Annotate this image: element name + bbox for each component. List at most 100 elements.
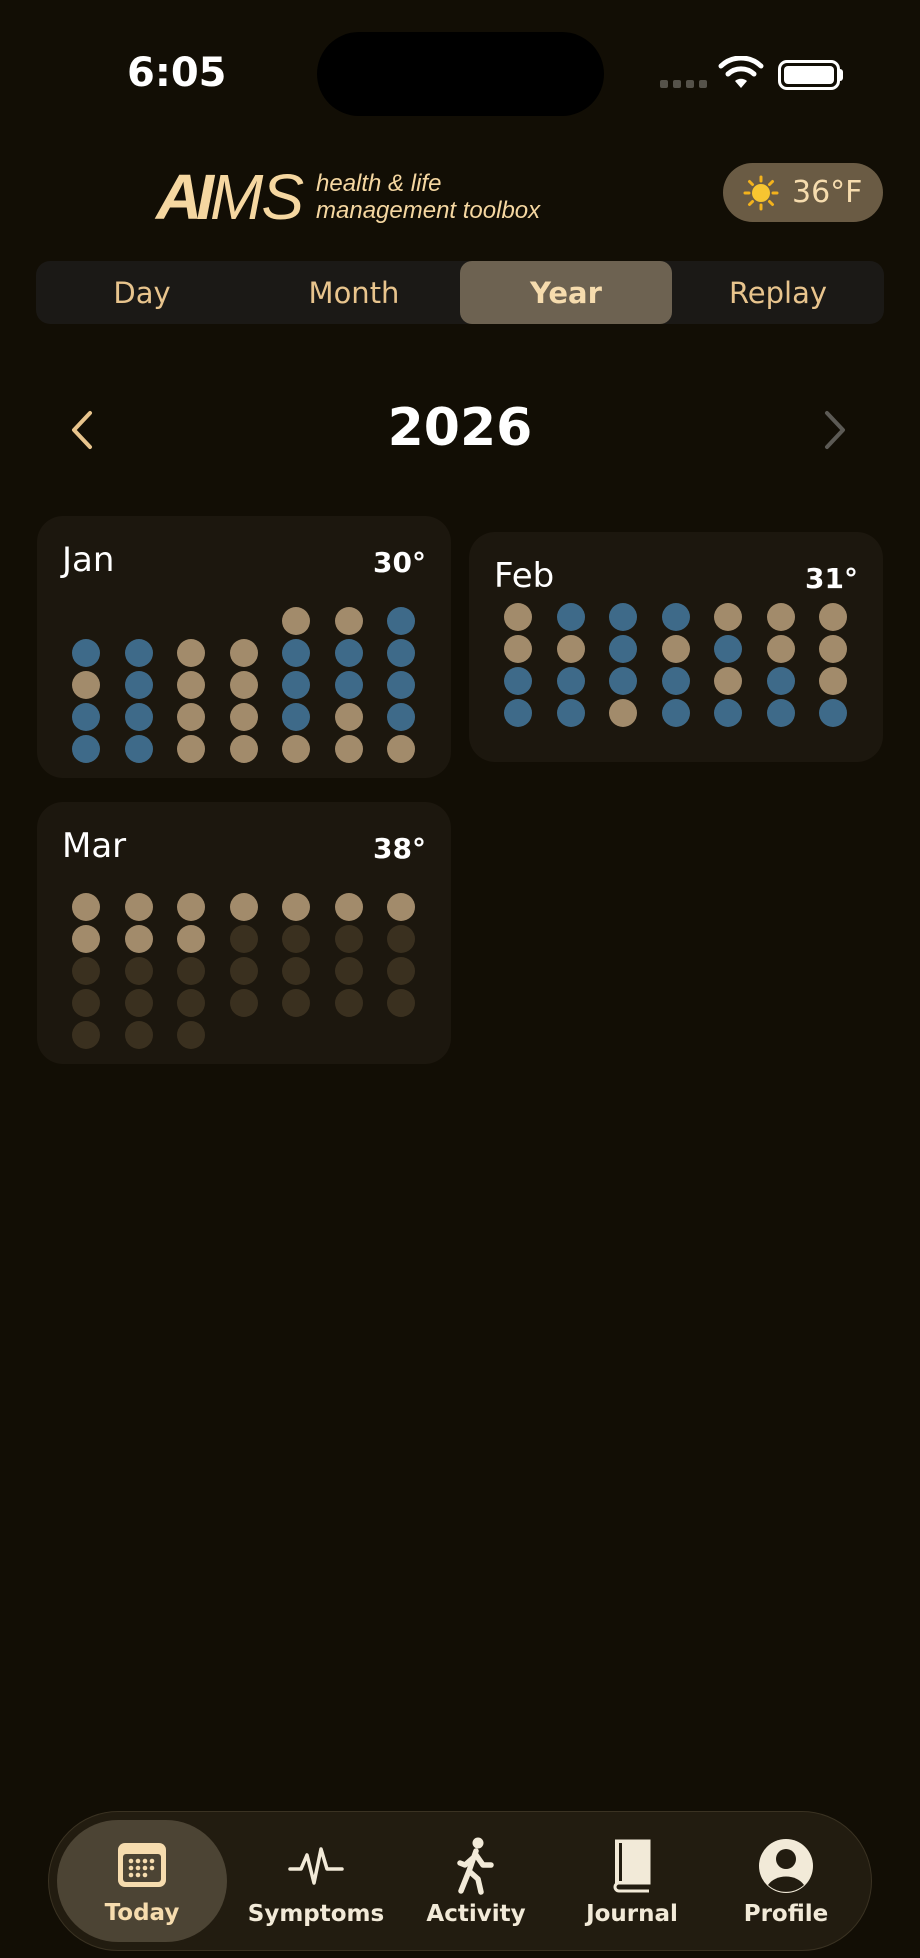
day-dot[interactable] <box>661 667 690 695</box>
day-dot[interactable] <box>72 925 100 953</box>
day-dot[interactable] <box>387 893 415 921</box>
day-dot[interactable] <box>387 703 415 731</box>
day-dot[interactable] <box>72 671 100 699</box>
segment-month[interactable]: Month <box>248 261 460 324</box>
weather-badge[interactable]: 36°F <box>723 163 883 222</box>
day-dot[interactable] <box>714 603 742 631</box>
month-card-feb[interactable]: Feb 31° <box>469 532 883 762</box>
day-dot[interactable] <box>387 671 415 699</box>
day-dot[interactable] <box>504 603 532 631</box>
day-dot[interactable] <box>819 667 847 695</box>
day-dot[interactable] <box>72 893 100 921</box>
day-dot[interactable] <box>124 735 153 763</box>
day-dot[interactable] <box>819 635 847 663</box>
day-dot[interactable] <box>714 635 742 663</box>
day-dot[interactable] <box>661 603 690 631</box>
day-dot[interactable] <box>177 893 205 921</box>
day-dot[interactable] <box>609 635 637 663</box>
day-dot[interactable] <box>504 699 532 727</box>
day-dot[interactable] <box>229 703 258 731</box>
day-dot[interactable] <box>766 635 795 663</box>
day-dot[interactable] <box>229 735 258 763</box>
tab-today[interactable]: Today <box>57 1820 227 1942</box>
day-dot[interactable] <box>72 957 100 985</box>
day-dot[interactable] <box>282 639 310 667</box>
day-dot[interactable] <box>334 893 363 921</box>
day-dot[interactable] <box>229 957 258 985</box>
day-dot[interactable] <box>387 957 415 985</box>
day-dot[interactable] <box>124 703 153 731</box>
day-dot[interactable] <box>177 639 205 667</box>
day-dot[interactable] <box>229 989 258 1017</box>
day-dot[interactable] <box>334 989 363 1017</box>
day-dot[interactable] <box>282 703 310 731</box>
day-dot[interactable] <box>609 603 637 631</box>
day-dot[interactable] <box>819 699 847 727</box>
tab-profile[interactable]: Profile <box>711 1812 861 1952</box>
day-dot[interactable] <box>766 699 795 727</box>
day-dot[interactable] <box>387 607 415 635</box>
day-dot[interactable] <box>334 703 363 731</box>
day-dot[interactable] <box>177 957 205 985</box>
day-dot[interactable] <box>282 735 310 763</box>
day-dot[interactable] <box>177 671 205 699</box>
month-card-mar[interactable]: Mar 38° <box>37 802 451 1064</box>
day-dot[interactable] <box>124 639 153 667</box>
day-dot[interactable] <box>714 667 742 695</box>
segment-day[interactable]: Day <box>36 261 248 324</box>
tab-journal[interactable]: Journal <box>557 1812 707 1952</box>
day-dot[interactable] <box>334 925 363 953</box>
day-dot[interactable] <box>661 635 690 663</box>
day-dot[interactable] <box>72 735 100 763</box>
day-dot[interactable] <box>72 989 100 1017</box>
day-dot[interactable] <box>229 671 258 699</box>
segment-replay[interactable]: Replay <box>672 261 884 324</box>
day-dot[interactable] <box>72 703 100 731</box>
day-dot[interactable] <box>124 671 153 699</box>
day-dot[interactable] <box>229 893 258 921</box>
day-dot[interactable] <box>229 639 258 667</box>
day-dot[interactable] <box>282 893 310 921</box>
day-dot[interactable] <box>282 989 310 1017</box>
day-dot[interactable] <box>556 603 585 631</box>
day-dot[interactable] <box>177 1021 205 1049</box>
day-dot[interactable] <box>124 957 153 985</box>
day-dot[interactable] <box>334 957 363 985</box>
day-dot[interactable] <box>819 603 847 631</box>
day-dot[interactable] <box>72 1021 100 1049</box>
day-dot[interactable] <box>282 671 310 699</box>
day-dot[interactable] <box>282 957 310 985</box>
day-dot[interactable] <box>229 925 258 953</box>
day-dot[interactable] <box>334 671 363 699</box>
day-dot[interactable] <box>72 639 100 667</box>
day-dot[interactable] <box>387 925 415 953</box>
segment-year[interactable]: Year <box>460 261 672 324</box>
day-dot[interactable] <box>124 1021 153 1049</box>
day-dot[interactable] <box>609 699 637 727</box>
day-dot[interactable] <box>661 699 690 727</box>
day-dot[interactable] <box>504 667 532 695</box>
day-dot[interactable] <box>556 667 585 695</box>
day-dot[interactable] <box>609 667 637 695</box>
day-dot[interactable] <box>766 603 795 631</box>
day-dot[interactable] <box>334 607 363 635</box>
day-dot[interactable] <box>124 925 153 953</box>
day-dot[interactable] <box>124 989 153 1017</box>
month-card-jan[interactable]: Jan 30° <box>37 516 451 778</box>
day-dot[interactable] <box>334 639 363 667</box>
day-dot[interactable] <box>766 667 795 695</box>
day-dot[interactable] <box>282 925 310 953</box>
day-dot[interactable] <box>177 925 205 953</box>
day-dot[interactable] <box>177 989 205 1017</box>
day-dot[interactable] <box>504 635 532 663</box>
day-dot[interactable] <box>177 735 205 763</box>
chevron-right-icon[interactable] <box>815 405 855 455</box>
day-dot[interactable] <box>714 699 742 727</box>
day-dot[interactable] <box>334 735 363 763</box>
day-dot[interactable] <box>177 703 205 731</box>
day-dot[interactable] <box>282 607 310 635</box>
day-dot[interactable] <box>387 639 415 667</box>
day-dot[interactable] <box>556 699 585 727</box>
day-dot[interactable] <box>556 635 585 663</box>
tab-activity[interactable]: Activity <box>401 1812 551 1952</box>
